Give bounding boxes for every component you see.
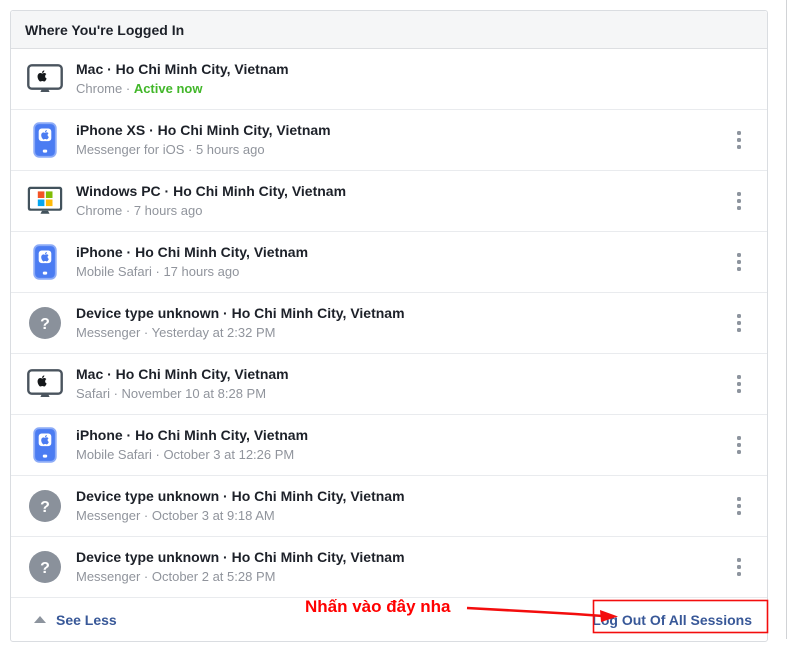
- session-title: Windows PC · Ho Chi Minh City, Vietnam: [76, 182, 731, 201]
- iphone-device-icon: [25, 122, 65, 158]
- session-title: Device type unknown · Ho Chi Minh City, …: [76, 304, 731, 323]
- unknown-device-icon: ?: [25, 490, 65, 522]
- kebab-menu-icon[interactable]: [731, 308, 747, 338]
- session-title: Mac · Ho Chi Minh City, Vietnam: [76, 60, 731, 79]
- unknown-device-icon: ?: [25, 307, 65, 339]
- kebab-menu-icon[interactable]: [731, 186, 747, 216]
- where-logged-in-panel: Where You're Logged In Mac · Ho Chi Minh…: [10, 10, 768, 642]
- session-row: Mac · Ho Chi Minh City, Vietnam Safari ·…: [11, 353, 767, 414]
- session-subtitle: Messenger for iOS · 5 hours ago: [76, 141, 731, 159]
- session-row: Mac · Ho Chi Minh City, Vietnam Chrome ·…: [11, 49, 767, 109]
- session-subtitle: Mobile Safari · 17 hours ago: [76, 263, 731, 281]
- iphone-device-icon: [25, 427, 65, 463]
- session-subtitle: Chrome · Active now: [76, 80, 731, 98]
- kebab-menu-icon[interactable]: [731, 491, 747, 521]
- mac-device-icon: [25, 369, 65, 399]
- log-out-all-sessions-button[interactable]: Log Out Of All Sessions: [592, 612, 752, 628]
- session-title: iPhone · Ho Chi Minh City, Vietnam: [76, 426, 731, 445]
- session-subtitle: Messenger · Yesterday at 2:32 PM: [76, 324, 731, 342]
- session-list: Mac · Ho Chi Minh City, Vietnam Chrome ·…: [11, 49, 767, 597]
- kebab-menu-icon[interactable]: [731, 552, 747, 582]
- mac-device-icon: [25, 64, 65, 94]
- session-subtitle: Messenger · October 2 at 5:28 PM: [76, 568, 731, 586]
- session-title: Mac · Ho Chi Minh City, Vietnam: [76, 365, 731, 384]
- svg-text:?: ?: [40, 560, 50, 577]
- session-title: iPhone · Ho Chi Minh City, Vietnam: [76, 243, 731, 262]
- see-less-label: See Less: [56, 612, 117, 628]
- session-subtitle: Safari · November 10 at 8:28 PM: [76, 385, 731, 403]
- session-row: iPhone XS · Ho Chi Minh City, Vietnam Me…: [11, 109, 767, 170]
- session-subtitle: Mobile Safari · October 3 at 12:26 PM: [76, 446, 731, 464]
- kebab-menu-icon[interactable]: [731, 430, 747, 460]
- session-row: iPhone · Ho Chi Minh City, Vietnam Mobil…: [11, 231, 767, 292]
- session-subtitle: Messenger · October 3 at 9:18 AM: [76, 507, 731, 525]
- session-row: iPhone · Ho Chi Minh City, Vietnam Mobil…: [11, 414, 767, 475]
- kebab-menu-icon[interactable]: [731, 125, 747, 155]
- session-subtitle: Chrome · 7 hours ago: [76, 202, 731, 220]
- session-row: ? Device type unknown · Ho Chi Minh City…: [11, 536, 767, 597]
- session-row: Windows PC · Ho Chi Minh City, Vietnam C…: [11, 170, 767, 231]
- kebab-menu-icon[interactable]: [731, 247, 747, 277]
- svg-text:?: ?: [40, 499, 50, 516]
- session-title: iPhone XS · Ho Chi Minh City, Vietnam: [76, 121, 731, 140]
- windows-device-icon: [25, 186, 65, 216]
- session-row: ? Device type unknown · Ho Chi Minh City…: [11, 475, 767, 536]
- unknown-device-icon: ?: [25, 551, 65, 583]
- iphone-device-icon: [25, 244, 65, 280]
- panel-title: Where You're Logged In: [25, 22, 184, 38]
- panel-header: Where You're Logged In: [11, 11, 767, 49]
- session-title: Device type unknown · Ho Chi Minh City, …: [76, 548, 731, 567]
- page-column-divider: [786, 0, 787, 639]
- svg-text:?: ?: [40, 316, 50, 333]
- kebab-menu-icon[interactable]: [731, 369, 747, 399]
- annotation-text: Nhấn vào đây nha: [305, 596, 450, 618]
- caret-up-icon: [34, 616, 46, 623]
- see-less-link[interactable]: See Less: [25, 612, 117, 628]
- session-row: ? Device type unknown · Ho Chi Minh City…: [11, 292, 767, 353]
- session-title: Device type unknown · Ho Chi Minh City, …: [76, 487, 731, 506]
